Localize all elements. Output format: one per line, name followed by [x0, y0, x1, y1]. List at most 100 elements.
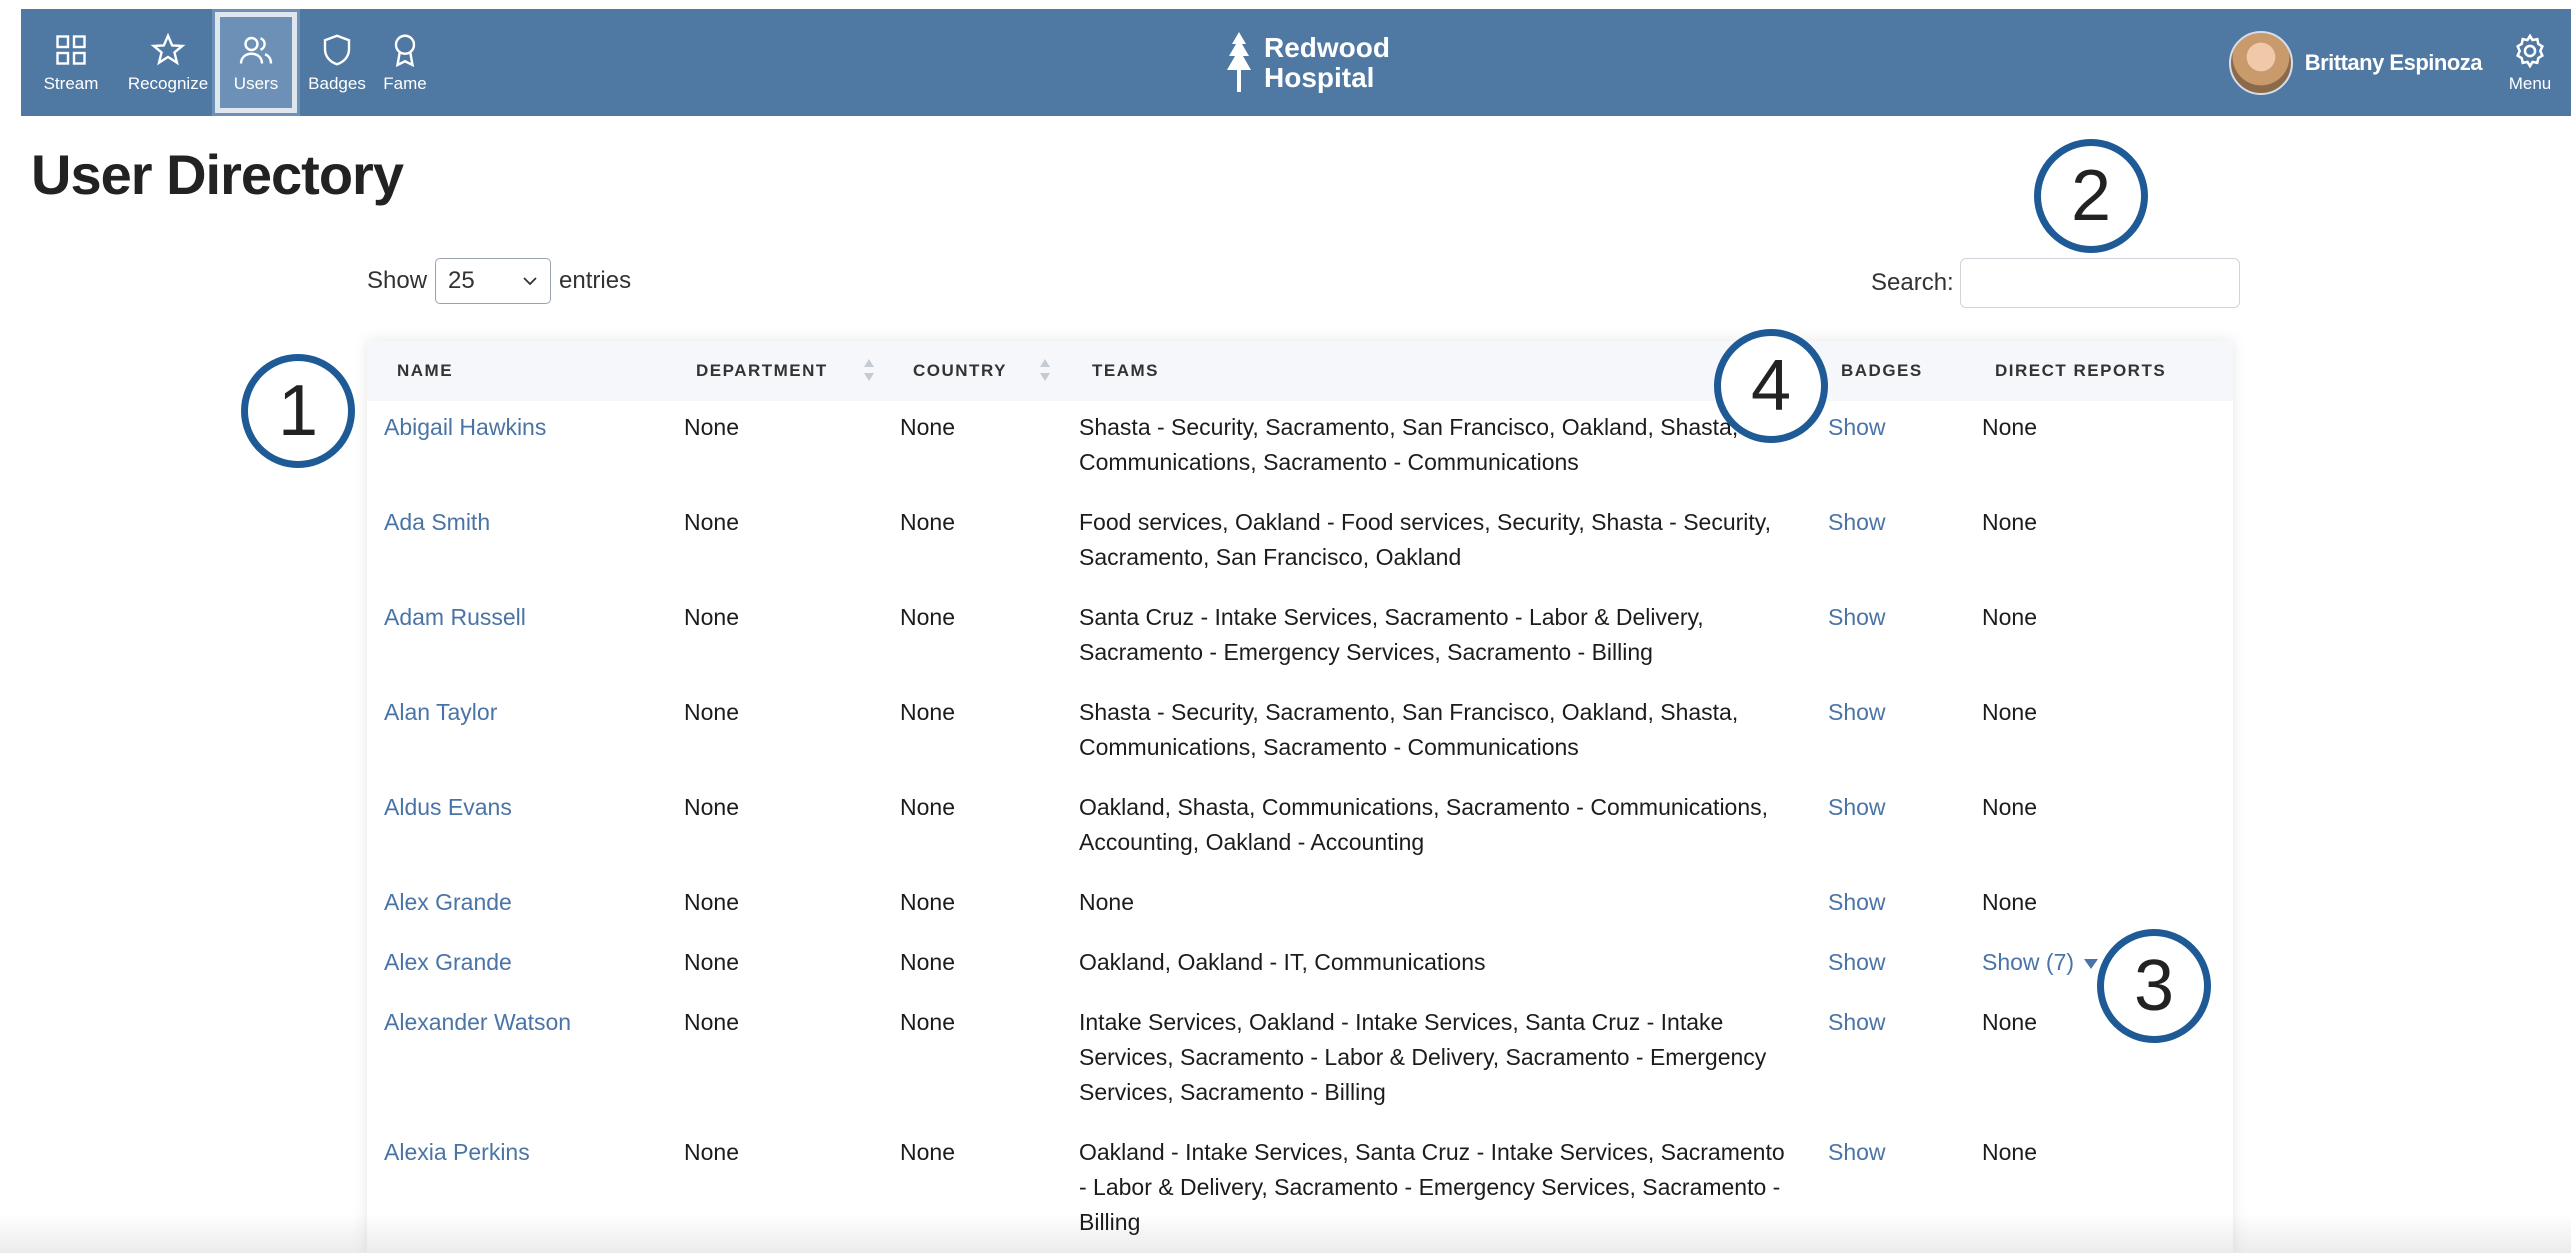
- nav-recognize-label: Recognize: [127, 73, 209, 93]
- badges-show-link[interactable]: Show: [1828, 945, 1886, 980]
- brand-logo[interactable]: Redwood Hospital: [1224, 27, 1390, 99]
- callout-marker-3: 3: [2097, 929, 2211, 1043]
- nav-users-label: Users: [233, 73, 279, 93]
- department-cell: None: [684, 604, 739, 630]
- search-input[interactable]: [1959, 258, 2240, 308]
- avatar[interactable]: [2228, 31, 2293, 95]
- direct-reports-cell: None: [1982, 1139, 2037, 1165]
- country-cell: None: [900, 794, 955, 820]
- column-header-department[interactable]: DEPARTMENT: [696, 341, 828, 401]
- shield-icon: [323, 33, 351, 66]
- direct-reports-cell: None: [1982, 1009, 2037, 1035]
- nav-fame-label: Fame: [383, 73, 427, 93]
- user-name-link[interactable]: Alexander Watson: [384, 1005, 571, 1040]
- direct-reports-cell: None: [1982, 794, 2037, 820]
- search-control: Search:: [1871, 258, 2240, 308]
- nav-stream[interactable]: Stream: [21, 9, 121, 116]
- nav-fame[interactable]: Fame: [372, 9, 438, 116]
- column-header-direct-reports[interactable]: DIRECT REPORTS: [1995, 341, 2166, 401]
- nav-stream-label: Stream: [43, 73, 99, 93]
- department-cell: None: [684, 949, 739, 975]
- country-cell: None: [900, 509, 955, 535]
- chevron-down-icon: [523, 277, 537, 286]
- department-cell: None: [684, 794, 739, 820]
- column-header-teams[interactable]: TEAMS: [1092, 341, 1159, 401]
- user-name-link[interactable]: Alex Grande: [384, 945, 512, 980]
- entries-control: Show 25 entries: [367, 258, 631, 304]
- sort-icon[interactable]: [862, 357, 876, 383]
- country-cell: None: [900, 949, 955, 975]
- nav-badges[interactable]: Badges: [302, 9, 372, 116]
- badges-show-link[interactable]: Show: [1828, 885, 1886, 920]
- nav-users[interactable]: Users: [212, 9, 300, 116]
- menu-button[interactable]: Menu: [2489, 9, 2571, 116]
- country-cell: None: [900, 699, 955, 725]
- country-cell: None: [900, 1009, 955, 1035]
- direct-reports-show-link[interactable]: Show (7): [1982, 949, 2074, 975]
- grid-icon: [56, 34, 86, 65]
- badges-show-link[interactable]: Show: [1828, 1005, 1886, 1040]
- user-name-link[interactable]: Adam Russell: [384, 600, 526, 635]
- department-cell: None: [684, 889, 739, 915]
- badges-show-link[interactable]: Show: [1828, 410, 1886, 445]
- page-title: User Directory: [31, 143, 404, 206]
- brand-name-line1: Redwood: [1264, 32, 1390, 63]
- nav-recognize[interactable]: Recognize: [121, 9, 215, 116]
- direct-reports-cell: None: [1982, 509, 2037, 535]
- badges-show-link[interactable]: Show: [1828, 695, 1886, 730]
- nav-badges-label: Badges: [308, 73, 366, 93]
- user-name-link[interactable]: Abigail Hawkins: [384, 410, 546, 445]
- badges-show-link[interactable]: Show: [1828, 505, 1886, 540]
- callout-marker-4: 4: [1714, 329, 1828, 443]
- users-icon: [239, 36, 273, 64]
- teams-cell: Food services, Oakland - Food services, …: [1079, 509, 1771, 570]
- teams-cell: Oakland, Oakland - IT, Communications: [1079, 949, 1486, 975]
- teams-cell: Intake Services, Oakland - Intake Servic…: [1079, 1009, 1767, 1105]
- star-icon: [150, 32, 186, 65]
- direct-reports-cell: None: [1982, 604, 2037, 630]
- department-cell: None: [684, 699, 739, 725]
- user-name-link[interactable]: Alex Grande: [384, 885, 512, 920]
- search-label: Search:: [1871, 269, 1954, 296]
- teams-cell: Oakland, Shasta, Communications, Sacrame…: [1079, 794, 1769, 855]
- user-name-link[interactable]: Alan Taylor: [384, 695, 497, 730]
- department-cell: None: [684, 1139, 739, 1165]
- entries-select-value: 25: [448, 267, 475, 294]
- direct-reports-cell: None: [1982, 414, 2037, 440]
- sort-icon[interactable]: [1038, 357, 1052, 383]
- column-header-country[interactable]: COUNTRY: [913, 341, 1007, 401]
- table-header: NAME DEPARTMENT COUNTRY TEAMS BADGES DIR…: [367, 341, 2233, 401]
- callout-marker-1: 1: [241, 354, 355, 468]
- user-name-link[interactable]: Aldus Evans: [384, 790, 512, 825]
- callout-marker-2: 2: [2034, 139, 2148, 253]
- direct-reports-toggle[interactable]: Show (7): [1982, 945, 2099, 980]
- user-name-link[interactable]: Alexia Perkins: [384, 1135, 530, 1170]
- department-cell: None: [684, 1009, 739, 1035]
- column-header-name[interactable]: NAME: [397, 341, 453, 401]
- country-cell: None: [900, 889, 955, 915]
- caret-down-icon[interactable]: [2084, 958, 2099, 969]
- teams-cell: Oakland - Intake Services, Santa Cruz - …: [1079, 1139, 1785, 1235]
- badges-show-link[interactable]: Show: [1828, 1135, 1886, 1170]
- top-navigation-bar: Stream Recognize Users Badges Fame Redwo…: [21, 9, 2571, 116]
- user-table: NAME DEPARTMENT COUNTRY TEAMS BADGES DIR…: [367, 341, 2233, 1253]
- user-name-link[interactable]: Ada Smith: [384, 505, 490, 540]
- badges-show-link[interactable]: Show: [1828, 790, 1886, 825]
- teams-cell: None: [1079, 889, 1134, 915]
- teams-cell: Santa Cruz - Intake Services, Sacramento…: [1079, 604, 1704, 665]
- teams-cell: Shasta - Security, Sacramento, San Franc…: [1079, 699, 1739, 760]
- entries-select[interactable]: 25: [435, 258, 552, 304]
- direct-reports-cell: None: [1982, 699, 2037, 725]
- department-cell: None: [684, 509, 739, 535]
- user-profile[interactable]: Brittany Espinoza: [2228, 31, 2483, 95]
- department-cell: None: [684, 414, 739, 440]
- entries-label: entries: [559, 267, 632, 294]
- country-cell: None: [900, 414, 955, 440]
- teams-cell: Shasta - Security, Sacramento, San Franc…: [1079, 414, 1739, 475]
- menu-label: Menu: [2508, 73, 2552, 93]
- badges-show-link[interactable]: Show: [1828, 600, 1886, 635]
- user-name[interactable]: Brittany Espinoza: [2305, 50, 2483, 76]
- show-label: Show: [367, 267, 428, 294]
- country-cell: None: [900, 1139, 955, 1165]
- column-header-badges[interactable]: BADGES: [1841, 341, 1923, 401]
